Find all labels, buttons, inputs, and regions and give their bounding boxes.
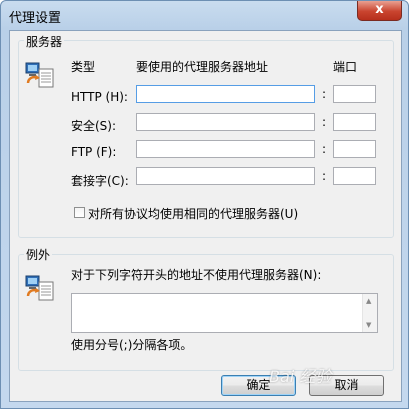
exceptions-textarea[interactable]: ▲ ▼ [71,293,378,333]
socks-label: 套接字(C): [71,174,129,188]
exceptions-scrollbar[interactable]: ▲ ▼ [362,294,377,332]
http-address-input[interactable] [136,85,315,103]
socks-address-input[interactable] [136,167,315,185]
network-computer-icon [25,275,54,301]
servers-group-label: 服务器 [24,33,65,50]
exceptions-group-label: 例外 [24,246,53,263]
network-computer-icon [25,62,54,88]
column-port-header: 端口 [333,60,358,74]
exceptions-hint: 使用分号(;)分隔各项。 [71,338,193,352]
http-label: HTTP (H): [71,90,128,104]
socks-separator: : [322,169,327,183]
secure-port-input[interactable] [333,113,376,131]
dialog-body: 服务器 类型 要使用的代理服务器地址 端口 HTTP (H): : 安全(S):… [9,30,402,402]
baidu-watermark: Bai 经验 [269,367,332,386]
secure-label: 安全(S): [71,119,117,133]
ftp-label: FTP (F): [71,145,117,159]
ftp-address-input[interactable] [136,140,315,158]
close-button[interactable]: x [357,1,402,21]
secure-separator: : [322,115,327,129]
column-type-header: 类型 [71,60,96,74]
scroll-up-icon[interactable]: ▲ [366,297,371,305]
exceptions-value [72,294,377,298]
window-title: 代理设置 [9,11,62,26]
proxy-settings-dialog: 代理设置 x 服务器 类型 要使用的代理服务器地址 端口 HTTP (H): :… [0,0,409,409]
http-separator: : [322,87,327,101]
http-port-input[interactable] [333,85,376,103]
ftp-separator: : [322,142,327,156]
exceptions-description: 对于下列字符开头的地址不使用代理服务器(N): [71,268,322,282]
same-proxy-checkbox[interactable] [74,207,85,218]
secure-address-input[interactable] [136,113,315,131]
column-address-header: 要使用的代理服务器地址 [136,60,269,74]
socks-port-input[interactable] [333,167,376,185]
ftp-port-input[interactable] [333,140,376,158]
same-proxy-label[interactable]: 对所有协议均使用相同的代理服务器(U) [88,205,298,222]
scroll-down-icon[interactable]: ▼ [366,321,371,329]
